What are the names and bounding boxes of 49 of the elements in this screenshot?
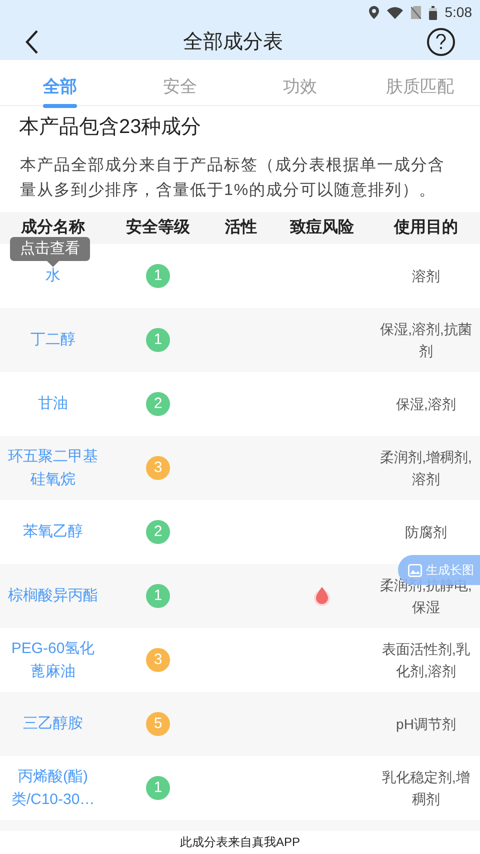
safety-badge: 1 — [146, 328, 170, 352]
ingredient-link[interactable]: 水 — [46, 264, 60, 288]
purpose-text: 保湿,溶剂 — [396, 394, 456, 414]
back-icon[interactable] — [25, 30, 39, 54]
tab[interactable]: 功效 — [240, 60, 360, 106]
summary-text: 本产品包含23种成分 — [18, 115, 202, 140]
ingredient-link[interactable]: 环五聚二甲基硅氧烷 — [4, 444, 102, 491]
tab[interactable]: 肤质匹配 — [360, 60, 480, 106]
safety-badge: 3 — [146, 648, 170, 672]
ingredient-link[interactable]: 棕榈酸异丙酯 — [8, 584, 98, 608]
safety-badge: 1 — [146, 584, 170, 608]
ingredient-link[interactable]: 苯氧乙醇 — [23, 520, 83, 544]
column-header: 致痘风险 — [290, 217, 354, 238]
purpose-text: 保湿,溶剂,抗菌剂 — [379, 320, 473, 361]
column-header: 使用目的 — [394, 218, 458, 238]
status-time: 5:08 — [444, 3, 472, 22]
tab[interactable]: 安全 — [120, 60, 240, 106]
ingredient-link[interactable]: 丁二醇 — [30, 328, 76, 352]
tab[interactable]: 全部 — [0, 60, 120, 106]
wifi-icon — [386, 6, 403, 18]
purpose-text: 防腐剂 — [405, 522, 447, 542]
safety-badge: 1 — [146, 264, 170, 288]
column-header: 活性 — [225, 218, 257, 238]
purpose-text: 柔润剂,增稠剂,溶剂 — [379, 448, 473, 489]
footer-text: 此成分表来自真我APP — [180, 834, 300, 852]
location-icon — [368, 6, 379, 19]
purpose-text: pH调节剂 — [396, 714, 456, 734]
help-icon[interactable] — [427, 28, 455, 56]
safety-badge: 2 — [146, 392, 170, 416]
image-icon — [408, 564, 422, 576]
ingredient-link[interactable]: 丙烯酸(酯)类/C10-30… — [4, 764, 102, 811]
purpose-text: 表面活性剂,乳化剂,溶剂 — [381, 640, 471, 681]
ingredient-link[interactable]: 三乙醇胺 — [23, 712, 83, 736]
description-text: 本产品全部成分来自于产品标签（成分表根据单一成分含量从多到少排序，含量低于1%的成分可以随意排列）。 — [20, 156, 446, 202]
safety-badge: 1 — [146, 776, 170, 800]
ingredient-link[interactable]: 甘油 — [38, 392, 68, 416]
column-header: 成分名称 — [21, 218, 85, 238]
safety-badge: 5 — [146, 712, 170, 736]
purpose-text: 溶剂 — [412, 266, 440, 286]
safety-badge: 2 — [146, 520, 170, 544]
safety-badge: 3 — [146, 456, 170, 480]
page-title: 全部成分表 — [183, 30, 283, 54]
no-sim-icon — [410, 6, 421, 19]
column-header: 安全等级 — [126, 217, 190, 238]
battery-icon — [428, 6, 437, 20]
tooltip-pointer — [47, 260, 59, 267]
tooltip: 点击查看 — [10, 236, 90, 261]
purpose-text: 乳化稳定剂,增稠剂 — [381, 768, 471, 809]
ingredient-link[interactable]: PEG-60氢化蓖麻油 — [4, 636, 102, 683]
